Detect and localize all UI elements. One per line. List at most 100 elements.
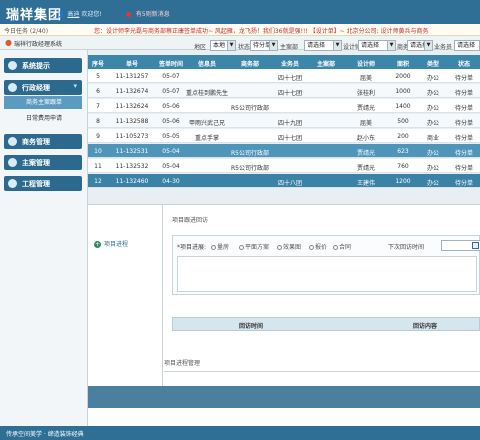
followup-form: *项目进展: 量房 平面方案 效果图 报价 合同 下次回访时间	[172, 235, 480, 295]
footer: 传承空间美学 · 缔造装饰经典	[0, 426, 480, 440]
table-cell: 05-04	[162, 148, 180, 155]
table-cell: 贾靖光	[356, 165, 375, 172]
design-icon	[8, 158, 17, 167]
business-icon	[8, 137, 17, 146]
chevron-down-icon: ▾	[73, 82, 77, 90]
table-cell: 8	[96, 118, 100, 125]
option-measure[interactable]: 量房	[211, 242, 229, 251]
table-cell: 四十七团	[277, 75, 302, 82]
table-cell: 760	[397, 163, 409, 170]
table-cell: 办公	[426, 75, 439, 82]
table-row[interactable]: 7 11-132624 05-06 R5公司行政部 贾靖光 1400 办公 待分单	[88, 99, 480, 113]
table-cell: 办公	[426, 90, 439, 97]
chevron-down-icon: ▼	[227, 41, 235, 50]
table-cell: 赵小东	[356, 135, 375, 142]
table-row[interactable]: 5 11-131257 05-07 四十七团 屈美 2000 办公 待分单	[88, 69, 480, 83]
option-render[interactable]: 效果图	[277, 242, 301, 251]
sidebar-subitem-expense[interactable]: 日常费用申请	[4, 112, 82, 125]
table-cell: 11-132532	[115, 163, 149, 170]
table-cell: 屈美	[359, 75, 372, 82]
chevron-down-icon: ▼	[269, 41, 277, 50]
username-link[interactable]: 高迪	[67, 11, 79, 18]
table-cell: 待分单	[454, 180, 473, 187]
sidebar-item-design-mgmt[interactable]: 主案管理	[4, 155, 82, 170]
option-contract[interactable]: 合同	[333, 242, 351, 251]
table-cell: 重点桂到鹏先生	[186, 90, 228, 97]
table-cell: 11-132624	[115, 103, 149, 110]
table-cell: 王建伟	[356, 180, 375, 187]
table-cell: 待分单	[454, 120, 473, 127]
table-cell: 11-105273	[115, 133, 149, 140]
table-cell: 四十七团	[277, 135, 302, 142]
table-cell: 11-132674	[115, 88, 149, 95]
table-row[interactable]: 6 11-132674 05-07 重点桂到鹏先生 四十七团 张桂利 1000 办公 待分单	[88, 84, 480, 98]
project-management-title: 项目进程管理	[164, 360, 201, 367]
project-progress-link[interactable]: + 项目进程	[94, 239, 128, 248]
owner-dept-select[interactable]: 请选择 ▼	[304, 40, 342, 51]
section-title: 项目跟进回访	[172, 217, 209, 224]
next-visit-date-input[interactable]	[441, 240, 480, 251]
table-cell: 贾靖光	[356, 150, 375, 157]
table-cell: 1400	[395, 103, 411, 110]
table-cell: 200	[397, 133, 409, 140]
table-cell: 05-07	[162, 88, 180, 95]
plus-icon: +	[94, 241, 101, 248]
chevron-down-icon: ▼	[424, 41, 432, 50]
user-icon: 👤	[58, 11, 66, 18]
top-header: 瑞祥集团 👤 高迪 欢迎您! 有5则新消息	[0, 0, 480, 24]
table-cell: 12	[94, 178, 102, 185]
table-cell: 1200	[395, 178, 411, 185]
table-cell: 2000	[395, 73, 411, 80]
table-cell: 11-132460	[115, 178, 149, 185]
table-cell: 办公	[426, 180, 439, 187]
table-cell: 重点手掌	[194, 135, 219, 142]
table-cell: 05-04	[162, 163, 180, 170]
status-select[interactable]: 待分单 ▼	[250, 40, 278, 51]
table-cell: 张桂利	[356, 90, 375, 97]
sidebar-subitem-biz-followup[interactable]: 商务主案跟单	[4, 96, 82, 109]
table-cell: 办公	[426, 120, 439, 127]
followup-notes-textarea[interactable]	[177, 256, 477, 292]
ticker-text: 您：设计师李光磊与商务部蔡正康签单成功~ 风起雁，龙飞扬！我们36就是强!!! …	[94, 28, 429, 35]
company-logo: 瑞祥集团	[6, 8, 63, 23]
new-message-link[interactable]: 有5则新消息	[126, 9, 170, 18]
table-row[interactable]: 9 11-105273 05-05 重点手掌 四十七团 赵小东 200 商业 待分单	[88, 129, 480, 143]
table-cell: R5公司行政部	[231, 150, 269, 157]
bottom-bar	[88, 386, 480, 408]
radio-icon	[239, 245, 244, 250]
sidebar-item-business-mgmt[interactable]: 商务管理	[4, 134, 82, 149]
table-cell: R5公司行政部	[231, 165, 269, 172]
sidebar: ● 瑞祥行政经理系统 系统提示 行政经理 ▾ 商务主案跟单 日常费用申请 商务管…	[0, 36, 480, 426]
table-cell: 待分单	[454, 135, 473, 142]
today-tasks[interactable]: 今日任务 (2/40)	[4, 26, 48, 35]
salesman-select[interactable]: 请选择	[454, 40, 480, 51]
table-cell: 办公	[426, 165, 439, 172]
table-cell: 办公	[426, 105, 439, 112]
table-row[interactable]: 8 11-132588 05-06 甲雨兴武己兄 四十九团 屈美 500 办公 待分单	[88, 114, 480, 128]
table-cell: 10	[94, 148, 102, 155]
table-row[interactable]: 11 11-132532 05-04 R5公司行政部 贾靖光 760 办公 待分单	[88, 159, 480, 173]
table-cell: 待分单	[454, 150, 473, 157]
designer-select[interactable]: 请选择 ▼	[358, 40, 396, 51]
radio-icon	[333, 245, 338, 250]
table-row[interactable]: 12 11-132460 04-30 四十八团 王建伟 1200 办公 待分单	[88, 174, 480, 188]
sidebar-item-project-mgmt[interactable]: 工程管理	[4, 176, 82, 191]
calendar-icon[interactable]	[472, 242, 479, 249]
table-cell: 11-131257	[115, 73, 149, 80]
biz-select[interactable]: 请选择 ▼	[407, 40, 433, 51]
option-plan[interactable]: 平面方案	[239, 242, 269, 251]
greeting-text: 欢迎您!	[81, 11, 102, 18]
table-cell: 500	[397, 118, 409, 125]
table-cell: R5公司行政部	[231, 105, 269, 112]
table-cell: 11-132531	[115, 148, 149, 155]
divider	[164, 371, 480, 372]
announcement-ticker: 今日任务 (2/40) 您：设计师李光磊与商务部蔡正康签单成功~ 风起雁，龙飞扬…	[0, 24, 480, 36]
sidebar-item-system-tips[interactable]: 系统提示	[4, 58, 82, 73]
table-row[interactable]: 10 11-132531 05-04 R5公司行政部 贾靖光 623 办公 待分单	[88, 144, 480, 158]
table-cell: 05-06	[162, 103, 180, 110]
user-greeting: 👤 高迪 欢迎您!	[58, 9, 102, 18]
divider	[162, 205, 163, 390]
option-quote[interactable]: 报价	[309, 242, 327, 251]
sidebar-item-admin-manager[interactable]: 行政经理 ▾	[4, 80, 82, 95]
region-select[interactable]: 本地 ▼	[210, 40, 236, 51]
